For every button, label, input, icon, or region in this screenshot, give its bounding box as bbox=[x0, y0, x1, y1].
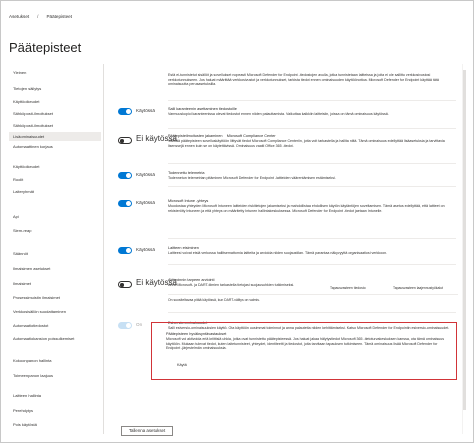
feature-share-alerts: Päätepisteilmoitusten jakaminen Microsof… bbox=[168, 134, 458, 148]
feature-title: Aktivoinnin tarpeen arviointi bbox=[168, 278, 215, 282]
section-divider bbox=[168, 238, 456, 239]
highlighted-section bbox=[151, 322, 457, 380]
sidebar-item[interactable]: Prosessimuistin ilmaisimet bbox=[13, 295, 60, 300]
sidebar-item[interactable]: Ilmaisimen asetukset bbox=[13, 266, 50, 271]
dart-note: On suositeltavaa pitää käytössä, kun DAR… bbox=[168, 298, 260, 302]
sidebar-item[interactable]: Kokoonpanon hallinta bbox=[13, 358, 51, 363]
sidebar-item[interactable]: Sähköposti-ilmoitukset bbox=[13, 123, 53, 128]
settings-sidebar: Yleinen Tietojen säilytys Käyttöoikeudet… bbox=[9, 64, 101, 434]
breadcrumb-current: Päätepisteet bbox=[46, 14, 72, 19]
feature-title: Microsoft Intune -yhteys bbox=[168, 199, 209, 203]
feature-toggle-quarantine[interactable] bbox=[118, 108, 132, 115]
sidebar-item[interactable]: Laiteryhmät bbox=[13, 189, 34, 194]
sidebar-item[interactable]: Automaattinen korjaus bbox=[13, 144, 53, 149]
sidebar-item[interactable]: Api bbox=[13, 214, 19, 219]
feature-description: Microsoft voi aktivoida eriä kriittisiä … bbox=[166, 337, 445, 351]
toggle-state-label: Käytössä bbox=[136, 247, 155, 252]
toggle-state-label: Käytössä bbox=[136, 172, 155, 177]
sidebar-item[interactable]: Pois käytöstä bbox=[13, 422, 37, 427]
feature-toggle-telemetry[interactable] bbox=[118, 172, 132, 179]
feature-quarantine: Salli karanteenin asettaminen tiedostoil… bbox=[168, 107, 458, 117]
feature-toggle-preview[interactable] bbox=[118, 322, 132, 329]
feature-title: Päätepisteen hyväksyntävastaukset bbox=[166, 332, 227, 336]
sidebar-item[interactable]: Laitteen hallinta bbox=[13, 393, 41, 398]
feature-title-text: Päätepisteilmoitusten jakaminen bbox=[168, 134, 223, 138]
feature-title: Laitteen etsiminen bbox=[168, 246, 199, 250]
sidebar-item[interactable]: Roolit bbox=[13, 177, 23, 182]
sidebar-item[interactable]: Siem-reap bbox=[13, 228, 31, 233]
section-divider bbox=[168, 186, 456, 187]
sidebar-item[interactable]: Ilmaisimet bbox=[13, 281, 31, 286]
sidebar-item[interactable]: Automaatiotiedostot bbox=[13, 323, 48, 328]
section-divider bbox=[168, 128, 456, 129]
section-divider bbox=[168, 100, 456, 101]
section-divider bbox=[168, 312, 456, 313]
sidebar-item[interactable]: Käyttöoikeudet bbox=[13, 164, 39, 169]
feature-description: Todennetun telemetrian pitäminen Microso… bbox=[168, 176, 336, 180]
feature-title: Päätepisteilmoitusten jakaminen Microsof… bbox=[168, 134, 458, 138]
sidebar-divider bbox=[103, 64, 104, 434]
toggle-state-label: Käytössä bbox=[136, 200, 155, 205]
sidebar-item-selected[interactable]: Lisäominaisuudet bbox=[9, 132, 101, 141]
feature-description: Varmuuskopioi karanteenissa olevat tiedo… bbox=[168, 112, 389, 116]
dart-tools-label: Tapausvasteen laajennustyökalut bbox=[393, 286, 443, 290]
feature-intune: Microsoft Intune -yhteys Muodostaa yhtey… bbox=[168, 199, 458, 213]
scrollbar-thumb[interactable] bbox=[463, 70, 466, 410]
toggle-state-label: Käytössä bbox=[136, 108, 155, 113]
sidebar-item[interactable]: Perehdytys bbox=[13, 408, 33, 413]
sidebar-item[interactable]: Toimeenpanon laajuus bbox=[13, 373, 53, 378]
intro-description: Estä ei-tunnistetut sisällöt ja sovelluk… bbox=[168, 73, 439, 87]
feature-device-discovery: Laitteen etsiminen Laitteesi voivat etsi… bbox=[168, 246, 458, 256]
sidebar-item[interactable]: Automaatiokansion poissulkemiset bbox=[13, 336, 74, 341]
save-settings-button[interactable]: Tallenna asetukset bbox=[121, 426, 173, 436]
dart-file-label: Tapausvasteen tiedosto bbox=[330, 286, 366, 290]
sidebar-item[interactable]: Tietojen säilytys bbox=[13, 86, 41, 91]
feature-endpoint-approvals: Päätepisteen hyväksyntävastaukset Micros… bbox=[166, 332, 450, 351]
section-divider bbox=[168, 264, 456, 265]
feature-description: Laitteesi voivat etsiä verkossa hallitse… bbox=[168, 251, 388, 255]
sidebar-item[interactable]: Käyttöoikeudet bbox=[13, 99, 39, 104]
feature-toggle-dart[interactable] bbox=[118, 281, 132, 288]
breadcrumb-parent[interactable]: Asetukset bbox=[9, 14, 29, 19]
feature-title-extra: Microsoft Compliance Center bbox=[226, 134, 276, 138]
feature-telemetry: Todennettu telemetria Todennetun telemet… bbox=[168, 171, 458, 181]
feature-toggle-device-discovery[interactable] bbox=[118, 247, 132, 254]
sidebar-item[interactable]: Säännöt bbox=[13, 251, 28, 256]
page-title: Päätepisteet bbox=[9, 40, 82, 55]
breadcrumb: Asetukset / Päätepisteet bbox=[9, 14, 72, 19]
feature-description: Anna Microsoft- ja DART-tiimien tarkaste… bbox=[168, 283, 295, 287]
sidebar-item[interactable]: Sähköposti-ilmoitukset bbox=[13, 111, 53, 116]
feature-toggle-intune[interactable] bbox=[118, 200, 132, 207]
toggle-state-label: On bbox=[136, 322, 143, 327]
enable-link[interactable]: Käytä bbox=[177, 363, 187, 367]
feature-toggle-share-alerts[interactable] bbox=[118, 137, 132, 144]
feature-description: Muodostaa yhteyden Microsoft Intuneen la… bbox=[168, 204, 445, 213]
feature-title: Todennettu telemetria bbox=[168, 171, 205, 175]
feature-title: Salli karanteenin asettaminen tiedostoil… bbox=[168, 107, 237, 111]
section-divider bbox=[168, 163, 456, 164]
sidebar-item[interactable]: Verkkosisällön suodattaminen bbox=[13, 309, 66, 314]
feature-description: Välittää päätepisteen sovelluskäyttöön l… bbox=[168, 139, 445, 148]
sidebar-item[interactable]: Yleinen bbox=[13, 70, 26, 75]
section-divider bbox=[168, 294, 458, 295]
breadcrumb-separator: / bbox=[37, 14, 39, 19]
